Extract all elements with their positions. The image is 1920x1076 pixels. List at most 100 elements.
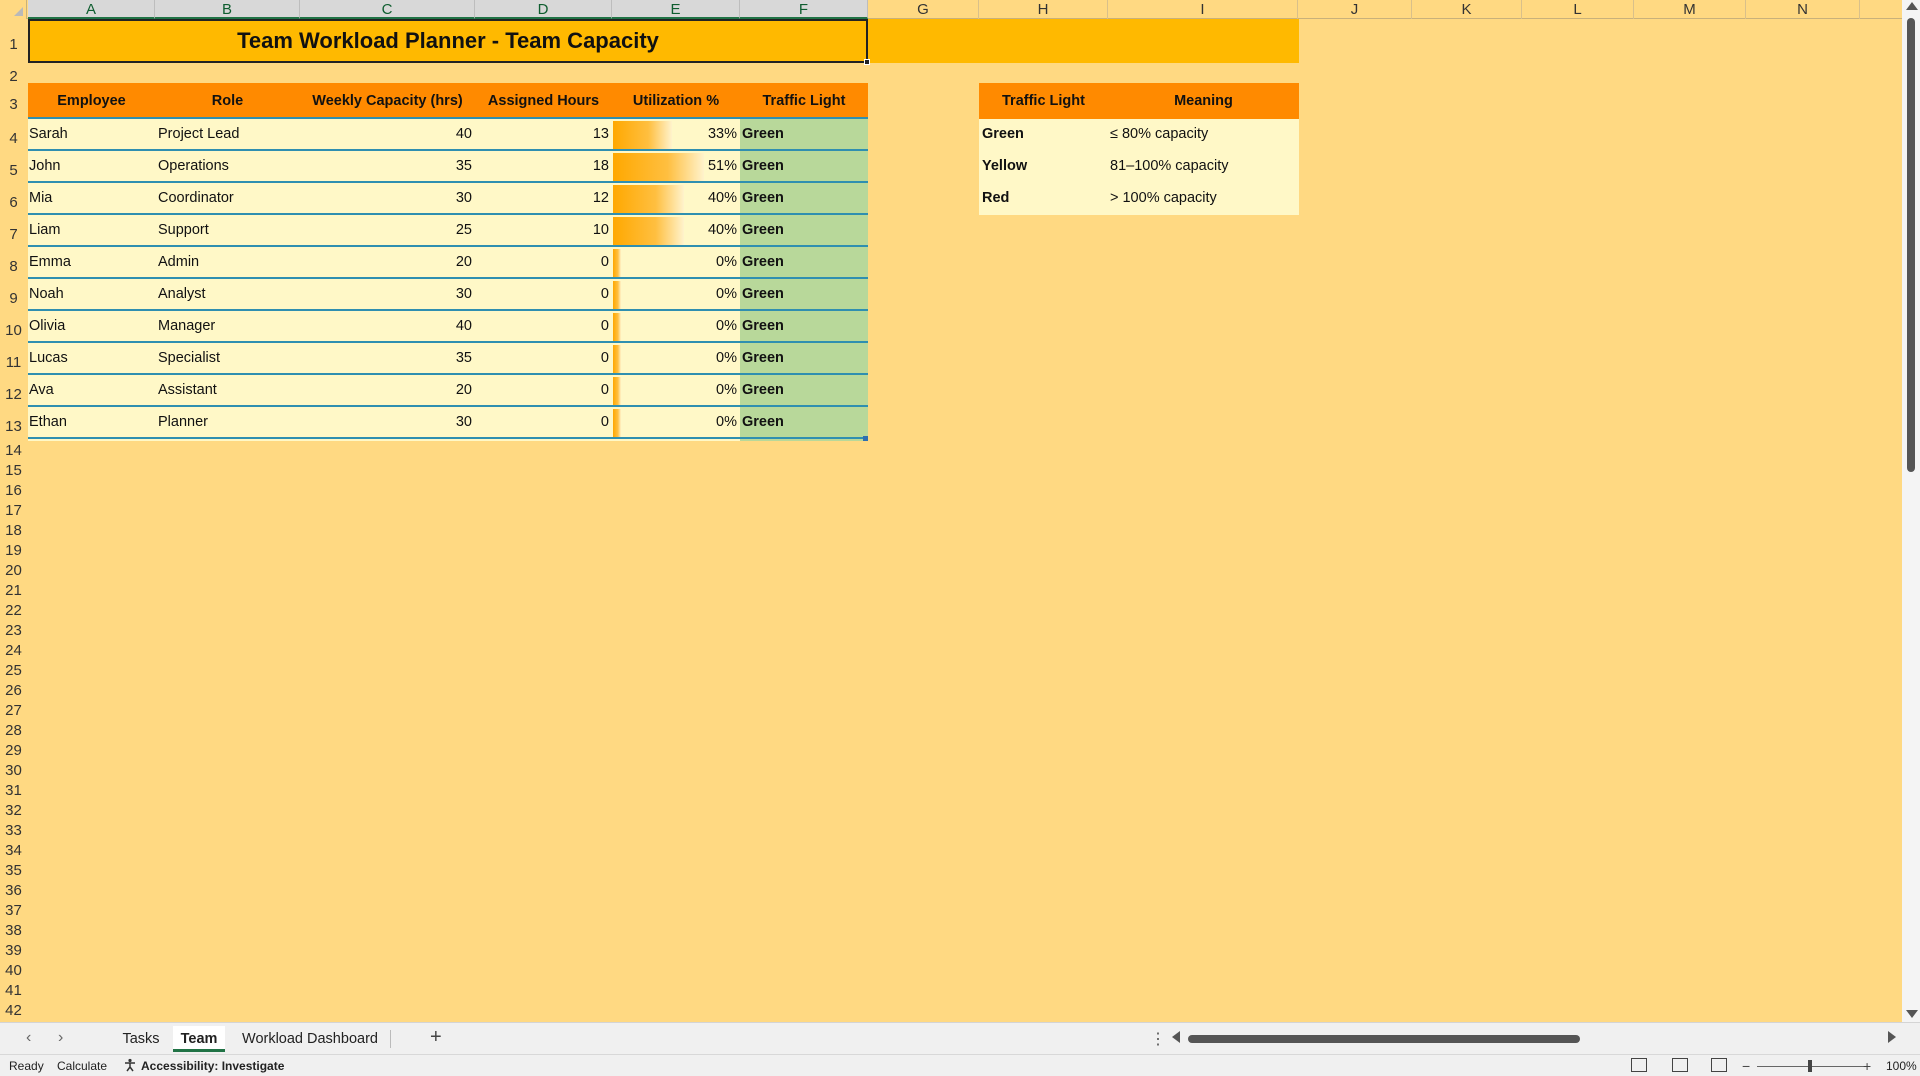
legend-light-cell[interactable]: Green bbox=[982, 119, 1106, 150]
role-cell[interactable]: Admin bbox=[158, 247, 298, 278]
row-header[interactable]: 7 bbox=[0, 215, 27, 247]
add-sheet-icon[interactable]: + bbox=[430, 1026, 442, 1049]
sheet-tab-workload-dashboard[interactable]: Workload Dashboard bbox=[234, 1026, 386, 1052]
tab-scroll-right-icon[interactable]: › bbox=[58, 1029, 63, 1047]
employee-cell[interactable]: Ethan bbox=[29, 407, 153, 438]
row-header[interactable]: 12 bbox=[0, 375, 27, 407]
column-heading[interactable]: Weekly Capacity (hrs) bbox=[300, 83, 475, 119]
traffic-light-cell[interactable]: Green bbox=[742, 311, 866, 342]
row-header[interactable]: 19 bbox=[0, 541, 27, 561]
row-header[interactable]: 29 bbox=[0, 741, 27, 761]
assigned-hours-cell[interactable]: 0 bbox=[475, 375, 612, 406]
legend-light-cell[interactable]: Red bbox=[982, 183, 1106, 214]
page-layout-view-icon[interactable] bbox=[1672, 1058, 1688, 1072]
utilization-cell[interactable]: 40% bbox=[612, 215, 740, 246]
row-header[interactable]: 3 bbox=[0, 83, 27, 119]
column-heading[interactable]: Assigned Hours bbox=[475, 83, 612, 119]
utilization-cell[interactable]: 0% bbox=[612, 247, 740, 278]
column-header[interactable]: N bbox=[1746, 0, 1860, 19]
capacity-cell[interactable]: 40 bbox=[300, 311, 475, 342]
row-header[interactable]: 15 bbox=[0, 461, 27, 481]
assigned-hours-cell[interactable]: 0 bbox=[475, 247, 612, 278]
capacity-cell[interactable]: 40 bbox=[300, 119, 475, 150]
vertical-scrollbar[interactable] bbox=[1902, 0, 1920, 1022]
row-header[interactable]: 13 bbox=[0, 407, 27, 439]
more-options-icon[interactable]: ⋮ bbox=[1150, 1029, 1166, 1049]
capacity-cell[interactable]: 20 bbox=[300, 247, 475, 278]
row-header[interactable]: 14 bbox=[0, 441, 27, 461]
traffic-light-cell[interactable]: Green bbox=[742, 151, 866, 182]
role-cell[interactable]: Coordinator bbox=[158, 183, 298, 214]
row-header[interactable]: 5 bbox=[0, 151, 27, 183]
employee-cell[interactable]: Sarah bbox=[29, 119, 153, 150]
capacity-cell[interactable]: 20 bbox=[300, 375, 475, 406]
legend-meaning-cell[interactable]: 81–100% capacity bbox=[1110, 151, 1298, 182]
status-accessibility[interactable]: Accessibility: Investigate bbox=[141, 1055, 284, 1076]
traffic-light-cell[interactable]: Green bbox=[742, 183, 866, 214]
column-header[interactable]: F bbox=[740, 0, 868, 19]
assigned-hours-cell[interactable]: 13 bbox=[475, 119, 612, 150]
role-cell[interactable]: Support bbox=[158, 215, 298, 246]
zoom-level[interactable]: 100% bbox=[1886, 1055, 1917, 1076]
assigned-hours-cell[interactable]: 18 bbox=[475, 151, 612, 182]
traffic-light-cell[interactable]: Green bbox=[742, 407, 866, 438]
status-calculate[interactable]: Calculate bbox=[57, 1055, 107, 1076]
employee-cell[interactable]: Olivia bbox=[29, 311, 153, 342]
traffic-light-cell[interactable]: Green bbox=[742, 375, 866, 406]
row-header[interactable]: 20 bbox=[0, 561, 27, 581]
fill-handle[interactable] bbox=[864, 59, 870, 65]
accessibility-icon[interactable] bbox=[123, 1055, 137, 1076]
column-header[interactable]: B bbox=[155, 0, 300, 19]
capacity-cell[interactable]: 25 bbox=[300, 215, 475, 246]
assigned-hours-cell[interactable]: 0 bbox=[475, 343, 612, 374]
zoom-in-icon[interactable]: + bbox=[1863, 1055, 1871, 1076]
row-header[interactable]: 4 bbox=[0, 119, 27, 151]
utilization-cell[interactable]: 0% bbox=[612, 375, 740, 406]
row-header[interactable]: 41 bbox=[0, 981, 27, 1001]
row-header[interactable]: 35 bbox=[0, 861, 27, 881]
row-header[interactable]: 9 bbox=[0, 279, 27, 311]
sheet-tab-tasks[interactable]: Tasks bbox=[113, 1026, 169, 1052]
row-header[interactable]: 21 bbox=[0, 581, 27, 601]
assigned-hours-cell[interactable]: 12 bbox=[475, 183, 612, 214]
utilization-cell[interactable]: 0% bbox=[612, 343, 740, 374]
column-header[interactable]: J bbox=[1298, 0, 1412, 19]
assigned-hours-cell[interactable]: 0 bbox=[475, 407, 612, 438]
scroll-left-arrow-icon[interactable] bbox=[1172, 1031, 1180, 1043]
legend-heading[interactable]: Meaning bbox=[1108, 83, 1299, 119]
row-header[interactable]: 17 bbox=[0, 501, 27, 521]
row-header[interactable]: 10 bbox=[0, 311, 27, 343]
legend-meaning-cell[interactable]: ≤ 80% capacity bbox=[1110, 119, 1298, 150]
zoom-slider-thumb[interactable] bbox=[1808, 1060, 1812, 1072]
column-heading[interactable]: Role bbox=[155, 83, 300, 119]
employee-cell[interactable]: Ava bbox=[29, 375, 153, 406]
row-header[interactable]: 1 bbox=[0, 19, 27, 63]
employee-cell[interactable]: Liam bbox=[29, 215, 153, 246]
row-header[interactable]: 39 bbox=[0, 941, 27, 961]
column-header[interactable]: G bbox=[868, 0, 979, 19]
capacity-cell[interactable]: 35 bbox=[300, 151, 475, 182]
row-header[interactable]: 6 bbox=[0, 183, 27, 215]
utilization-cell[interactable]: 51% bbox=[612, 151, 740, 182]
table-resize-handle[interactable] bbox=[863, 436, 868, 441]
traffic-light-cell[interactable]: Green bbox=[742, 215, 866, 246]
scroll-right-arrow-icon[interactable] bbox=[1888, 1031, 1896, 1043]
tab-scroll-left-icon[interactable]: ‹ bbox=[26, 1029, 31, 1047]
row-header[interactable]: 28 bbox=[0, 721, 27, 741]
row-header[interactable]: 38 bbox=[0, 921, 27, 941]
column-header[interactable]: E bbox=[612, 0, 740, 19]
traffic-light-cell[interactable]: Green bbox=[742, 343, 866, 374]
select-all-corner[interactable] bbox=[0, 0, 27, 19]
legend-light-cell[interactable]: Yellow bbox=[982, 151, 1106, 182]
role-cell[interactable]: Manager bbox=[158, 311, 298, 342]
role-cell[interactable]: Assistant bbox=[158, 375, 298, 406]
assigned-hours-cell[interactable]: 10 bbox=[475, 215, 612, 246]
assigned-hours-cell[interactable]: 0 bbox=[475, 311, 612, 342]
employee-cell[interactable]: Mia bbox=[29, 183, 153, 214]
row-header[interactable]: 37 bbox=[0, 901, 27, 921]
column-header[interactable]: L bbox=[1522, 0, 1634, 19]
column-header[interactable]: D bbox=[475, 0, 612, 19]
capacity-cell[interactable]: 30 bbox=[300, 279, 475, 310]
row-header[interactable]: 22 bbox=[0, 601, 27, 621]
row-header[interactable]: 2 bbox=[0, 63, 27, 85]
